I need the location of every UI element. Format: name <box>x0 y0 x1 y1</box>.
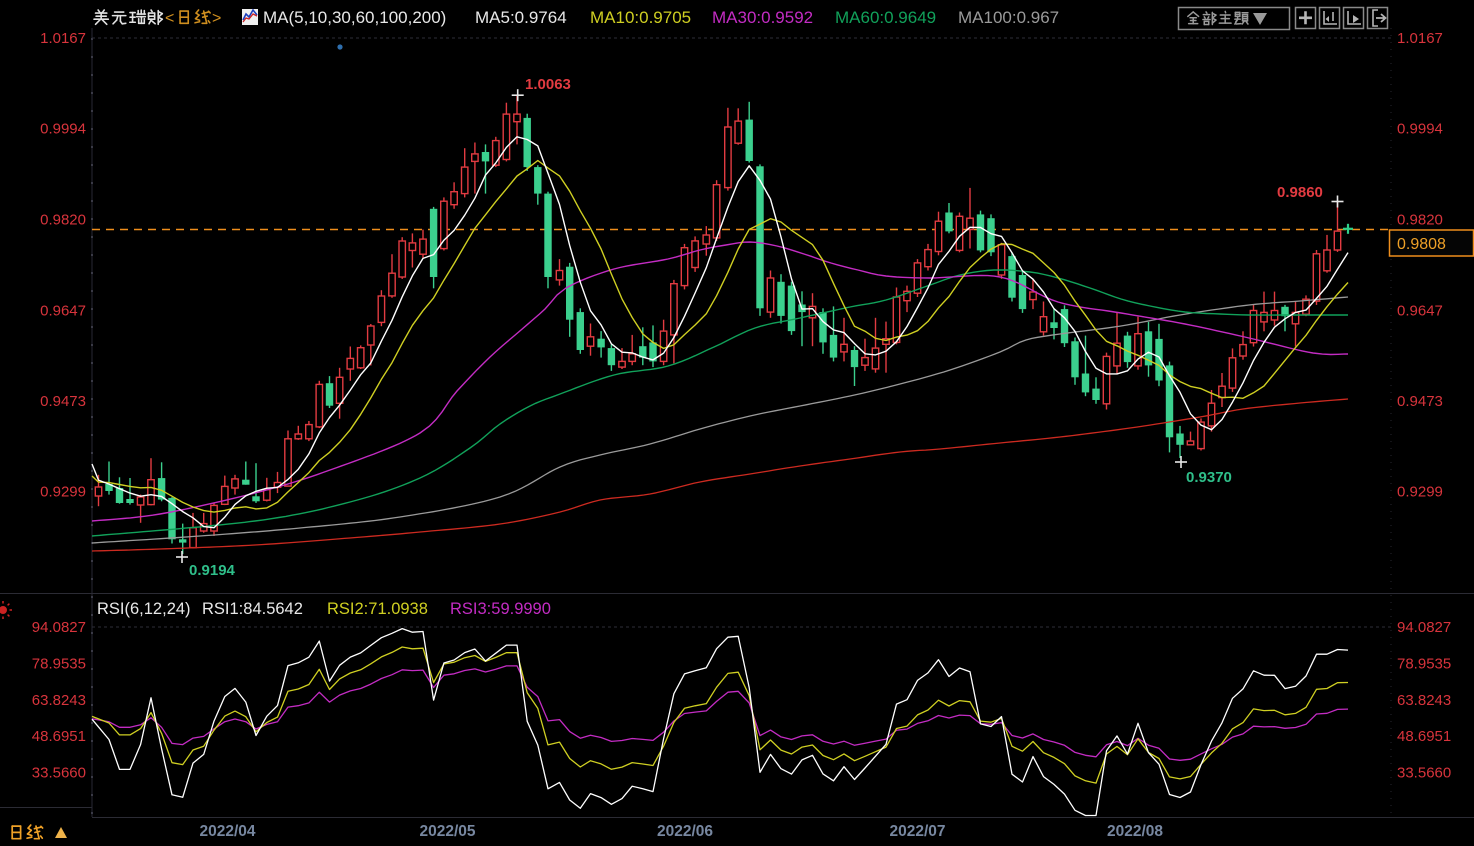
svg-text:0.9473: 0.9473 <box>1397 393 1443 410</box>
svg-text:2022/05: 2022/05 <box>419 823 475 840</box>
svg-text:1.0167: 1.0167 <box>1397 30 1443 47</box>
svg-text:>: > <box>212 10 221 27</box>
svg-text:48.6951: 48.6951 <box>1397 728 1451 745</box>
svg-text:RSI2:71.0938: RSI2:71.0938 <box>327 600 428 618</box>
svg-text:2022/08: 2022/08 <box>1107 823 1163 840</box>
svg-text:RSI(6,12,24): RSI(6,12,24) <box>97 600 191 618</box>
svg-text:0.9299: 0.9299 <box>40 484 86 501</box>
svg-text:0.9647: 0.9647 <box>40 303 86 320</box>
svg-text:63.8243: 63.8243 <box>1397 692 1451 709</box>
svg-text:MA(5,10,30,60,100,200): MA(5,10,30,60,100,200) <box>263 8 446 27</box>
svg-text:94.0827: 94.0827 <box>1397 619 1451 636</box>
svg-text:0.9647: 0.9647 <box>1397 303 1443 320</box>
svg-text:1.0167: 1.0167 <box>40 30 86 47</box>
svg-text:0.9820: 0.9820 <box>40 212 86 229</box>
svg-text:0.9370: 0.9370 <box>1186 469 1232 486</box>
svg-text:78.9535: 78.9535 <box>32 655 86 672</box>
svg-text:63.8243: 63.8243 <box>32 692 86 709</box>
svg-text:MA60:0.9649: MA60:0.9649 <box>835 8 936 27</box>
svg-text:<: < <box>165 10 174 27</box>
svg-text:2022/04: 2022/04 <box>199 823 255 840</box>
svg-text:2022/06: 2022/06 <box>657 823 713 840</box>
svg-text:RSI1:84.5642: RSI1:84.5642 <box>202 600 303 618</box>
svg-text:0.9820: 0.9820 <box>1397 212 1443 229</box>
svg-text:0.9808: 0.9808 <box>1397 236 1446 253</box>
svg-text:MA5:0.9764: MA5:0.9764 <box>475 8 567 27</box>
svg-text:0.9299: 0.9299 <box>1397 484 1443 501</box>
svg-text:94.0827: 94.0827 <box>32 619 86 636</box>
svg-text:MA30:0.9592: MA30:0.9592 <box>712 8 813 27</box>
svg-text:0.9994: 0.9994 <box>1397 121 1443 138</box>
svg-text:MA100:0.967: MA100:0.967 <box>958 8 1059 27</box>
svg-text:0.9194: 0.9194 <box>189 562 236 579</box>
svg-text:0.9994: 0.9994 <box>40 121 86 138</box>
svg-text:33.5660: 33.5660 <box>32 765 86 782</box>
svg-text:78.9535: 78.9535 <box>1397 655 1451 672</box>
svg-text:0.9473: 0.9473 <box>40 393 86 410</box>
svg-text:MA10:0.9705: MA10:0.9705 <box>590 8 691 27</box>
svg-text:48.6951: 48.6951 <box>32 728 86 745</box>
svg-text:1.0063: 1.0063 <box>525 76 571 93</box>
svg-text:RSI3:59.9990: RSI3:59.9990 <box>450 600 551 618</box>
svg-text:33.5660: 33.5660 <box>1397 765 1451 782</box>
svg-text:0.9860: 0.9860 <box>1277 184 1323 201</box>
svg-text:2022/07: 2022/07 <box>889 823 945 840</box>
